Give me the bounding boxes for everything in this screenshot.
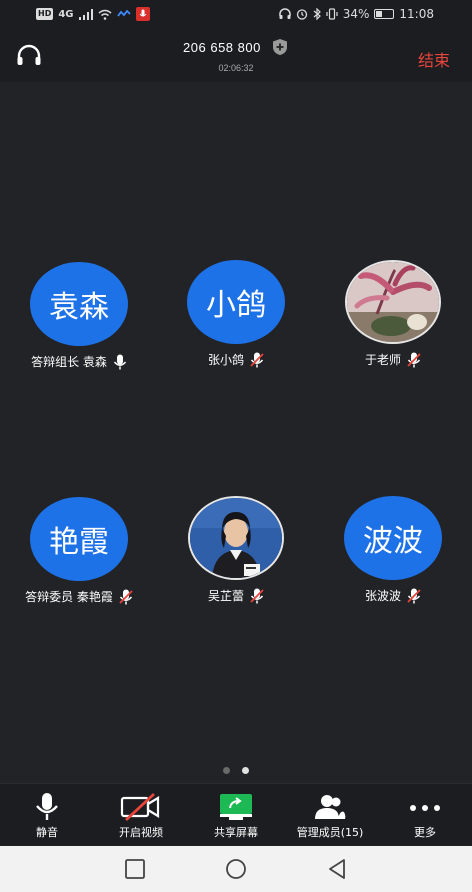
- mic-muted-icon: [250, 588, 264, 603]
- headphone-status-icon: [278, 8, 291, 19]
- wifi-icon: [98, 9, 111, 20]
- participant-tile[interactable]: 吴芷蕾: [161, 496, 311, 604]
- participant-name: 答辩委员 秦艳霞: [25, 590, 113, 604]
- shield-icon[interactable]: [271, 38, 289, 56]
- more-label: 更多: [414, 826, 436, 839]
- participant-name: 张波波: [364, 589, 401, 603]
- bluetooth-icon: [313, 8, 321, 20]
- back-icon[interactable]: [326, 858, 348, 880]
- participant-name: 张小鸽: [207, 353, 244, 367]
- share-screen-icon: [220, 794, 252, 820]
- clock: 11:08: [399, 7, 434, 21]
- avatar: 小鸽: [187, 260, 285, 344]
- mic-muted-icon: [250, 352, 264, 367]
- participant-tile[interactable]: 小鸽 张小鸽: [161, 260, 311, 368]
- alarm-icon: [296, 9, 307, 20]
- manage-members-label: 管理成员(15): [296, 826, 364, 839]
- participant-tile[interactable]: 袁森 答辩组长 袁森: [4, 262, 154, 370]
- network-label: 4G: [58, 8, 74, 20]
- avatar: 袁森: [30, 262, 128, 346]
- mute-button[interactable]: 静音: [0, 784, 94, 846]
- start-video-label: 开启视频: [119, 826, 163, 839]
- more-dots-icon: [410, 805, 440, 811]
- more-button[interactable]: 更多: [378, 784, 472, 846]
- avatar: 波波: [344, 496, 442, 580]
- members-icon: [315, 795, 346, 819]
- status-bar: HD 4G 34% 11:08: [0, 0, 472, 30]
- mute-label: 静音: [36, 826, 58, 839]
- meeting-id: 206 658 800: [183, 40, 261, 55]
- mic-muted-icon: [119, 589, 133, 604]
- mic-on-icon: [113, 354, 126, 369]
- page-dot[interactable]: [223, 767, 230, 774]
- app-notification-icon: [116, 10, 131, 17]
- flower-photo: [347, 262, 439, 342]
- mic-muted-icon: [407, 352, 421, 367]
- android-nav-bar: [0, 846, 472, 892]
- signal-icon: [78, 8, 93, 20]
- avatar-photo: [345, 260, 441, 344]
- manage-members-button[interactable]: 管理成员(15): [283, 784, 377, 846]
- video-off-icon: [120, 792, 160, 822]
- avatar: 艳霞: [30, 497, 128, 581]
- recording-mic-icon: [135, 7, 150, 21]
- vibrate-icon: [326, 8, 338, 20]
- share-screen-label: 共享屏幕: [214, 826, 258, 839]
- hd-badge: HD: [36, 8, 54, 20]
- avatar-photo: [188, 496, 284, 580]
- participant-name: 答辩组长 袁森: [31, 355, 107, 369]
- end-meeting-button[interactable]: 结束: [418, 47, 450, 71]
- meeting-header: 206 658 800 02:06:32 结束: [0, 30, 472, 82]
- battery-percent: 34%: [342, 7, 370, 21]
- participant-name: 吴芷蕾: [207, 589, 244, 603]
- meeting-toolbar: 静音 开启视频 共享屏幕 管理成员(15) 更多: [0, 783, 472, 845]
- microphone-icon: [36, 793, 58, 820]
- start-video-button[interactable]: 开启视频: [94, 784, 188, 846]
- page-indicator: [0, 767, 472, 774]
- participant-tile[interactable]: 艳霞 答辩委员 秦艳霞: [4, 497, 154, 605]
- person-photo: [190, 498, 282, 578]
- battery-icon: [374, 9, 395, 19]
- recents-icon[interactable]: [124, 858, 146, 880]
- participant-tile[interactable]: 波波 张波波: [318, 496, 468, 604]
- meeting-timer: 02:06:32: [218, 63, 254, 73]
- meeting-id-row[interactable]: 206 658 800: [0, 38, 472, 56]
- participant-name: 于老师: [364, 353, 401, 367]
- home-icon[interactable]: [225, 858, 247, 880]
- share-screen-button[interactable]: 共享屏幕: [189, 784, 283, 846]
- page-dot-active[interactable]: [242, 767, 249, 774]
- participant-tile[interactable]: 于老师: [318, 260, 468, 368]
- mic-muted-icon: [407, 588, 421, 603]
